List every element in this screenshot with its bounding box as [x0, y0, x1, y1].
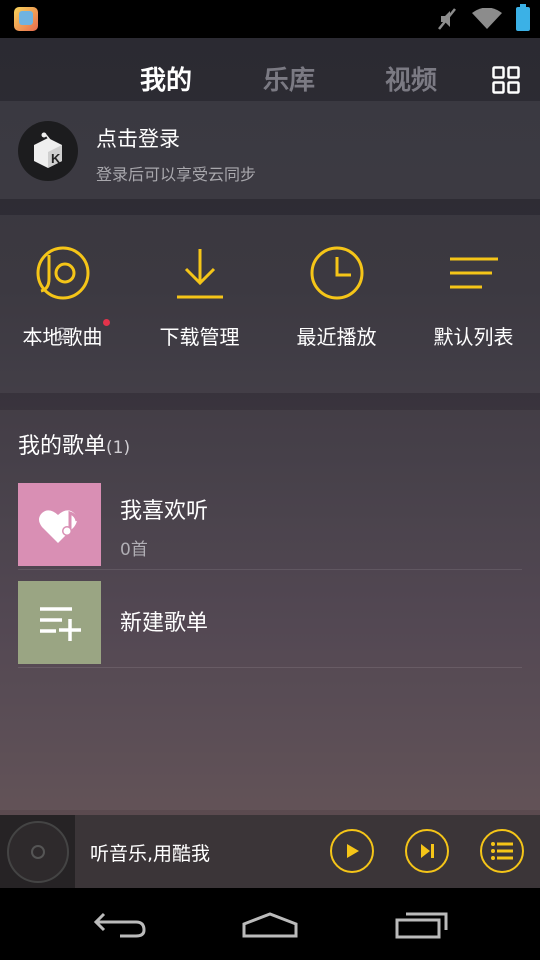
home-icon[interactable]: [240, 910, 300, 940]
my-playlists: 我的歌单(1) 我喜欢听 0首 新建歌单: [0, 410, 540, 810]
album-disc[interactable]: [0, 815, 75, 888]
login-panel[interactable]: K 点击登录 登录后可以享受云同步: [0, 101, 540, 199]
wifi-icon: [472, 8, 502, 29]
tab-library[interactable]: 乐库: [263, 60, 315, 97]
queue-icon: [491, 842, 513, 860]
playlist-thumb: [18, 483, 101, 566]
music-disc-icon: [36, 246, 89, 300]
system-nav-bar: [0, 888, 540, 960]
recent-play-label: 最近播放: [296, 325, 377, 349]
back-icon[interactable]: [92, 910, 148, 940]
recent-apps-icon[interactable]: [394, 910, 450, 940]
mute-icon: [438, 8, 456, 30]
tab-video[interactable]: 视频: [385, 60, 437, 97]
top-tab-bar: 我的 乐库 视频: [0, 38, 540, 100]
list-icon: [449, 257, 498, 289]
disc-icon: [6, 820, 69, 883]
play-button[interactable]: [330, 829, 374, 873]
download-icon: [176, 249, 223, 299]
playlists-header: 我的歌单(1): [18, 428, 130, 460]
playlist-item-favorites[interactable]: 我喜欢听 0首: [18, 483, 522, 570]
tab-mine[interactable]: 我的: [140, 60, 192, 97]
quick-actions: 本地歌曲 2 下载管理 最近播放 默认列表: [0, 215, 540, 393]
avatar[interactable]: K: [18, 121, 78, 181]
login-subtitle: 登录后可以享受云同步: [96, 165, 257, 184]
default-list-label: 默认列表: [433, 325, 514, 349]
svg-text:K: K: [51, 151, 61, 166]
grid-icon[interactable]: [492, 66, 520, 94]
download-manager-button[interactable]: 下载管理: [131, 245, 268, 350]
now-playing-text: 听音乐,用酷我: [90, 843, 211, 865]
heart-note-icon: [38, 509, 78, 543]
next-icon: [421, 844, 434, 858]
local-songs-count: 2: [57, 325, 68, 345]
app-notification-icon: [14, 7, 38, 31]
new-playlist-label: 新建歌单: [120, 611, 209, 636]
playlists-title: 我的歌单: [18, 434, 107, 459]
new-playlist-button[interactable]: 新建歌单: [18, 581, 522, 668]
playlist-song-count: 0首: [120, 540, 148, 560]
default-list-button[interactable]: 默认列表: [405, 245, 540, 350]
login-title: 点击登录: [96, 127, 180, 151]
kuwo-logo-icon: K: [34, 132, 62, 168]
add-playlist-icon: [39, 606, 81, 641]
playlists-count: (1): [106, 438, 131, 458]
status-bar: [0, 0, 540, 38]
recent-play-button[interactable]: 最近播放: [268, 245, 405, 350]
mini-player[interactable]: 听音乐,用酷我: [0, 815, 540, 888]
play-icon: [347, 844, 359, 858]
playlist-name: 我喜欢听: [120, 499, 209, 524]
next-button[interactable]: [405, 829, 449, 873]
playlist-queue-button[interactable]: [480, 829, 524, 873]
battery-icon: [516, 4, 530, 31]
playlist-thumb: [18, 581, 101, 664]
download-manager-label: 下载管理: [159, 325, 240, 349]
clock-icon: [310, 246, 363, 300]
